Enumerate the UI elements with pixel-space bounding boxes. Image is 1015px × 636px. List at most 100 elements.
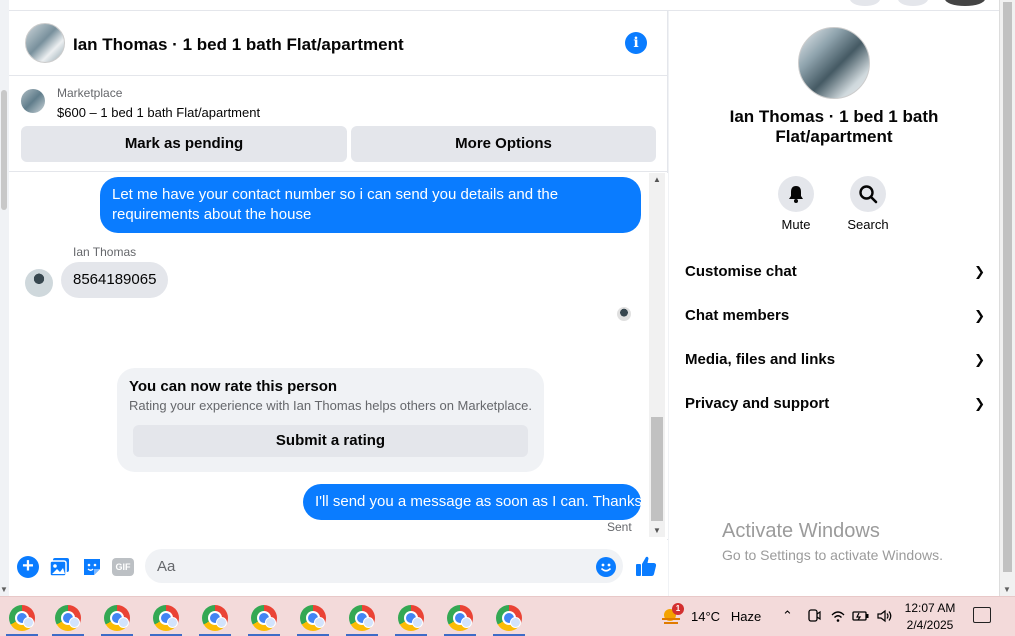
chrome-taskbar-app[interactable] <box>144 597 188 636</box>
info-icon[interactable]: i <box>625 32 647 54</box>
thumbs-up-icon[interactable] <box>634 554 658 578</box>
chrome-taskbar-app[interactable] <box>487 597 531 636</box>
profile-avatar-large[interactable] <box>798 27 870 99</box>
top-icon[interactable] <box>898 0 928 6</box>
profile-badge <box>23 617 34 628</box>
chrome-taskbar-app[interactable] <box>0 597 44 636</box>
scroll-down-arrow-icon[interactable]: ▼ <box>1003 585 1011 594</box>
weather-text[interactable]: 14°C Haze <box>691 609 761 624</box>
profile-badge <box>216 617 227 628</box>
chrome-taskbar-app[interactable] <box>46 597 90 636</box>
mute-label: Mute <box>781 217 811 232</box>
left-scroll-thumb[interactable] <box>1 90 7 210</box>
rating-card: You can now rate this person Rating your… <box>117 368 544 472</box>
chevron-down-icon: ❯ <box>974 264 985 279</box>
message-status: Sent <box>607 520 632 534</box>
message-input[interactable] <box>145 549 623 583</box>
chrome-taskbar-app[interactable] <box>291 597 335 636</box>
message-scrollbar[interactable]: ▲ ▼ <box>649 173 665 537</box>
top-strip <box>0 0 1000 11</box>
section-chat-members[interactable]: Chat members ❯ <box>685 302 985 330</box>
window-scroll-thumb[interactable] <box>1003 2 1012 572</box>
outgoing-message[interactable]: Let me have your contact number so i can… <box>100 177 641 233</box>
chrome-taskbar-app[interactable] <box>193 597 237 636</box>
activate-windows-watermark: Activate Windows Go to Settings to activ… <box>722 519 943 565</box>
watermark-subtitle: Go to Settings to activate Windows. <box>722 547 943 563</box>
section-label: Customise chat <box>685 263 797 280</box>
marketplace-label: Marketplace <box>57 86 123 100</box>
chat-avatar[interactable] <box>25 23 65 63</box>
profile-badge <box>412 617 423 628</box>
rating-heading: You can now rate this person <box>129 378 338 395</box>
wifi-icon[interactable] <box>830 608 846 624</box>
marketplace-banner: Marketplace $600 – 1 bed 1 bath Flat/apa… <box>9 77 668 172</box>
section-label: Chat members <box>685 307 790 324</box>
listing-description[interactable]: $600 – 1 bed 1 bath Flat/apartment <box>57 105 260 120</box>
chat-title[interactable]: Ian Thomas · 1 bed 1 bath Flat/apartment <box>73 35 404 55</box>
composer: + GIF <box>9 540 668 596</box>
outgoing-message[interactable]: I'll send you a message as soon as I can… <box>303 484 642 520</box>
chat-pane: Ian Thomas · 1 bed 1 bath Flat/apartment… <box>9 11 668 596</box>
chrome-taskbar-app[interactable] <box>389 597 433 636</box>
search-button[interactable] <box>850 176 886 212</box>
top-icon[interactable] <box>850 0 880 6</box>
profile-badge <box>363 617 374 628</box>
chrome-taskbar-app[interactable] <box>95 597 139 636</box>
taskbar: 1 14°C Haze ⌃ 12:07 AM 2/4/2025 <box>0 596 1015 636</box>
chrome-taskbar-app[interactable] <box>340 597 384 636</box>
photo-icon[interactable] <box>49 556 71 578</box>
plus-icon[interactable]: + <box>17 556 39 578</box>
submit-rating-button[interactable]: Submit a rating <box>133 425 528 457</box>
conversation-info-panel: Ian Thomas · 1 bed 1 bath Flat/apartment… <box>669 11 999 596</box>
search-icon <box>859 185 878 204</box>
section-label: Privacy and support <box>685 395 830 412</box>
profile-badge <box>265 617 276 628</box>
meet-icon[interactable] <box>806 608 822 624</box>
weather-condition: Haze <box>730 609 762 624</box>
emoji-icon[interactable] <box>596 557 616 577</box>
sender-avatar[interactable] <box>25 269 53 297</box>
profile-badge <box>118 617 129 628</box>
chat-header: Ian Thomas · 1 bed 1 bath Flat/apartment… <box>9 11 668 76</box>
rating-subtext: Rating your experience with Ian Thomas h… <box>129 398 532 413</box>
bell-icon <box>789 186 803 203</box>
volume-icon[interactable] <box>876 608 894 624</box>
chevron-down-icon: ❯ <box>974 308 985 323</box>
sticker-icon[interactable] <box>81 556 103 578</box>
profile-avatar[interactable] <box>945 0 985 6</box>
battery-icon[interactable] <box>852 608 870 624</box>
scroll-down-arrow-icon[interactable]: ▼ <box>653 526 661 535</box>
chrome-taskbar-app[interactable] <box>438 597 482 636</box>
more-options-button[interactable]: More Options <box>351 126 656 162</box>
notification-icon[interactable] <box>973 607 991 623</box>
incoming-message[interactable]: 8564189065 <box>61 262 169 298</box>
seen-avatar-icon <box>617 307 631 321</box>
chevron-up-icon[interactable]: ⌃ <box>782 608 793 624</box>
temperature: 14°C <box>691 609 721 624</box>
mark-as-pending-button[interactable]: Mark as pending <box>21 126 347 162</box>
gif-icon[interactable]: GIF <box>112 558 134 576</box>
section-customise-chat[interactable]: Customise chat ❯ <box>685 258 985 286</box>
message-scroll-thumb[interactable] <box>651 417 663 521</box>
section-privacy-support[interactable]: Privacy and support ❯ <box>685 390 985 418</box>
search-label: Search <box>847 217 889 232</box>
section-media-files-links[interactable]: Media, files and links ❯ <box>685 346 985 374</box>
clock-date: 2/4/2025 <box>906 618 954 632</box>
sender-name: Ian Thomas <box>73 245 137 259</box>
watermark-title: Activate Windows <box>722 520 880 542</box>
profile-badge <box>69 617 80 628</box>
clock-time: 12:07 AM <box>904 601 956 615</box>
scroll-up-arrow-icon[interactable]: ▲ <box>653 175 661 184</box>
system-clock[interactable]: 12:07 AM 2/4/2025 <box>900 600 960 634</box>
chevron-down-icon: ❯ <box>974 352 985 367</box>
window-scrollbar[interactable]: ▼ <box>999 0 1015 596</box>
weather-badge: 1 <box>672 603 684 615</box>
mute-button[interactable] <box>778 176 814 212</box>
profile-badge <box>314 617 325 628</box>
scroll-down-arrow-icon[interactable]: ▼ <box>0 585 8 594</box>
left-scrollbar[interactable]: ▼ <box>0 0 9 596</box>
listing-thumbnail[interactable] <box>21 89 45 113</box>
profile-badge <box>167 617 178 628</box>
weather-widget[interactable]: 1 <box>660 603 684 627</box>
chrome-taskbar-app[interactable] <box>242 597 286 636</box>
